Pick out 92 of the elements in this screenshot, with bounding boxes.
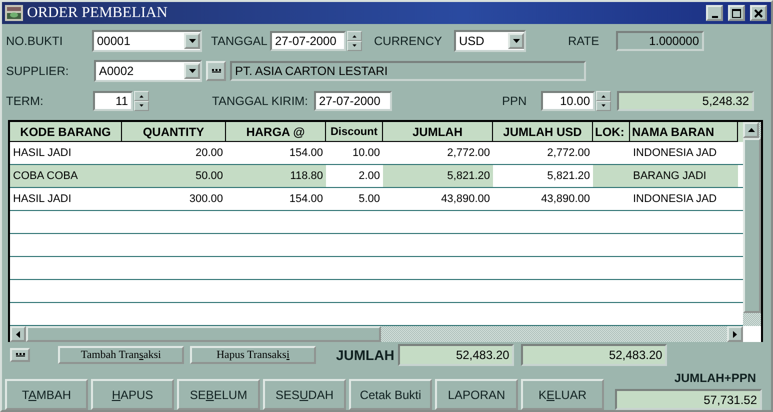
column-header[interactable]: HARGA @ xyxy=(226,122,326,142)
spin-up-icon xyxy=(134,91,149,101)
total-label: JUMLAH xyxy=(336,347,394,363)
action-button[interactable]: SEBELUM xyxy=(177,379,260,410)
field-label: NO.BUKTI xyxy=(6,34,64,48)
supplier-name-field: PT. ASIA CARTON LESTARI xyxy=(230,61,586,81)
input-field[interactable]: 10.00 xyxy=(541,91,595,111)
field-label: TERM: xyxy=(6,94,44,108)
dots-icon xyxy=(16,353,24,357)
dropdown-arrow-icon xyxy=(188,39,196,43)
scroll-left-button[interactable] xyxy=(10,326,26,342)
table-cell-text: 300.00 xyxy=(188,192,224,207)
minimize-button[interactable] xyxy=(706,5,723,21)
column-header[interactable]: KODE BARANG xyxy=(10,122,122,142)
table-cell-text: 20.00 xyxy=(194,146,224,161)
rate-field: 1.000000 xyxy=(616,31,704,51)
ellipsis-button[interactable] xyxy=(10,348,30,362)
window-title: ORDER PEMBELIAN xyxy=(27,4,168,22)
table-cell-text: 43,890.00 xyxy=(440,192,491,207)
spin-down-icon xyxy=(596,101,611,111)
horizontal-scrollbar[interactable] xyxy=(10,326,761,342)
dropdown-field[interactable]: A0002 xyxy=(94,60,202,82)
field-label: CURRENCY xyxy=(374,34,444,48)
field-label: TANGGAL KIRIM: xyxy=(212,94,310,108)
action-button[interactable]: TAMBAH xyxy=(5,379,88,410)
table-cell: BARANG JADI xyxy=(630,165,738,187)
dropdown-arrow-icon xyxy=(512,39,520,43)
spin-up-icon xyxy=(347,31,362,41)
action-button[interactable]: Cetak Bukti xyxy=(349,379,432,410)
table-cell-text: 5.00 xyxy=(358,192,381,207)
table-cell: 50.00 xyxy=(122,165,226,187)
input-field[interactable]: 27-07-2000 xyxy=(270,31,346,51)
table-row[interactable]: HASIL JADI 300.00 154.00 5.00 43,890.00 43,890.00 INDONESIA JAD xyxy=(10,188,743,211)
field-label: SUPPLIER: xyxy=(6,64,70,78)
action-button[interactable]: KELUAR xyxy=(521,379,604,410)
field-label: RATE xyxy=(568,34,600,48)
table-cell-text: 154.00 xyxy=(288,192,324,207)
table-cell-text: INDONESIA JAD xyxy=(632,192,718,207)
dropdown-field[interactable]: 00001 xyxy=(92,30,202,52)
total-usd-field: 52,483.20 xyxy=(521,344,668,366)
table-cell-text: HASIL JADI xyxy=(12,146,72,161)
column-header[interactable]: JUMLAH USD xyxy=(493,122,593,142)
transaction-button[interactable]: Tambah Transaksi xyxy=(58,346,184,364)
column-header[interactable]: QUANTITY xyxy=(122,122,226,142)
action-button[interactable]: SESUDAH xyxy=(263,379,346,410)
table-cell-text: 5,821.20 xyxy=(546,169,591,184)
column-header[interactable]: JUMLAH xyxy=(383,122,493,142)
spin-down-icon xyxy=(134,101,149,111)
minimize-icon xyxy=(712,16,718,18)
table-cell-text: 10.00 xyxy=(351,146,381,161)
spin-up-icon xyxy=(596,91,611,101)
table-cell: 118.80 xyxy=(226,165,326,187)
total-ppn-label: JUMLAH+PPN xyxy=(674,371,756,385)
action-button[interactable]: HAPUS xyxy=(91,379,174,410)
table-cell-text: 2,772.00 xyxy=(446,146,491,161)
scrollbar-thumb[interactable] xyxy=(26,326,381,342)
input-field[interactable]: 11 xyxy=(93,91,133,111)
maximize-button[interactable] xyxy=(728,5,745,21)
table-cell-text: 43,890.00 xyxy=(540,192,591,207)
transaction-button[interactable]: Hapus Transaksi xyxy=(190,346,316,364)
scroll-up-button[interactable] xyxy=(743,122,759,138)
total-field: 52,483.20 xyxy=(398,344,514,366)
column-header[interactable]: LOK: xyxy=(593,122,630,142)
maximize-icon xyxy=(732,8,741,18)
action-button[interactable]: LAPORAN xyxy=(435,379,518,410)
column-header[interactable]: NAMA BARAN xyxy=(630,122,738,142)
table-row[interactable]: COBA COBA 50.00 118.80 2.00 5,821.20 5,821.20 BARANG JADI xyxy=(10,165,743,188)
table-cell-text: 2.00 xyxy=(358,169,381,184)
field-label: PPN xyxy=(502,94,528,108)
scroll-right-button[interactable] xyxy=(727,326,743,342)
ellipsis-button[interactable] xyxy=(206,61,226,81)
table-cell-text: 2,772.00 xyxy=(546,146,591,161)
table-cell-text: HASIL JADI xyxy=(12,192,72,207)
total-ppn-field: 57,731.52 xyxy=(615,389,762,410)
table-cell: 5,821.20 xyxy=(383,165,493,187)
column-header[interactable]: Discount xyxy=(326,122,383,142)
dots-icon xyxy=(212,69,220,73)
table-cell-text: INDONESIA JAD xyxy=(632,146,718,161)
dropdown-field[interactable]: USD xyxy=(454,30,526,52)
close-icon xyxy=(754,8,763,18)
table-cell-text: 154.00 xyxy=(288,146,324,161)
field-label: TANGGAL xyxy=(211,34,268,48)
input-field: 27-07-2000 xyxy=(314,91,392,111)
scroll-left-icon xyxy=(16,330,20,338)
dropdown-arrow-icon xyxy=(188,69,196,73)
ppn-amount-field: 5,248.32 xyxy=(617,91,754,111)
spin-down-icon xyxy=(347,41,362,51)
scroll-up-icon xyxy=(748,128,754,132)
scroll-right-icon xyxy=(733,330,737,338)
close-button[interactable] xyxy=(750,5,767,21)
table-cell: COBA COBA xyxy=(10,165,122,187)
app-icon xyxy=(5,5,23,21)
